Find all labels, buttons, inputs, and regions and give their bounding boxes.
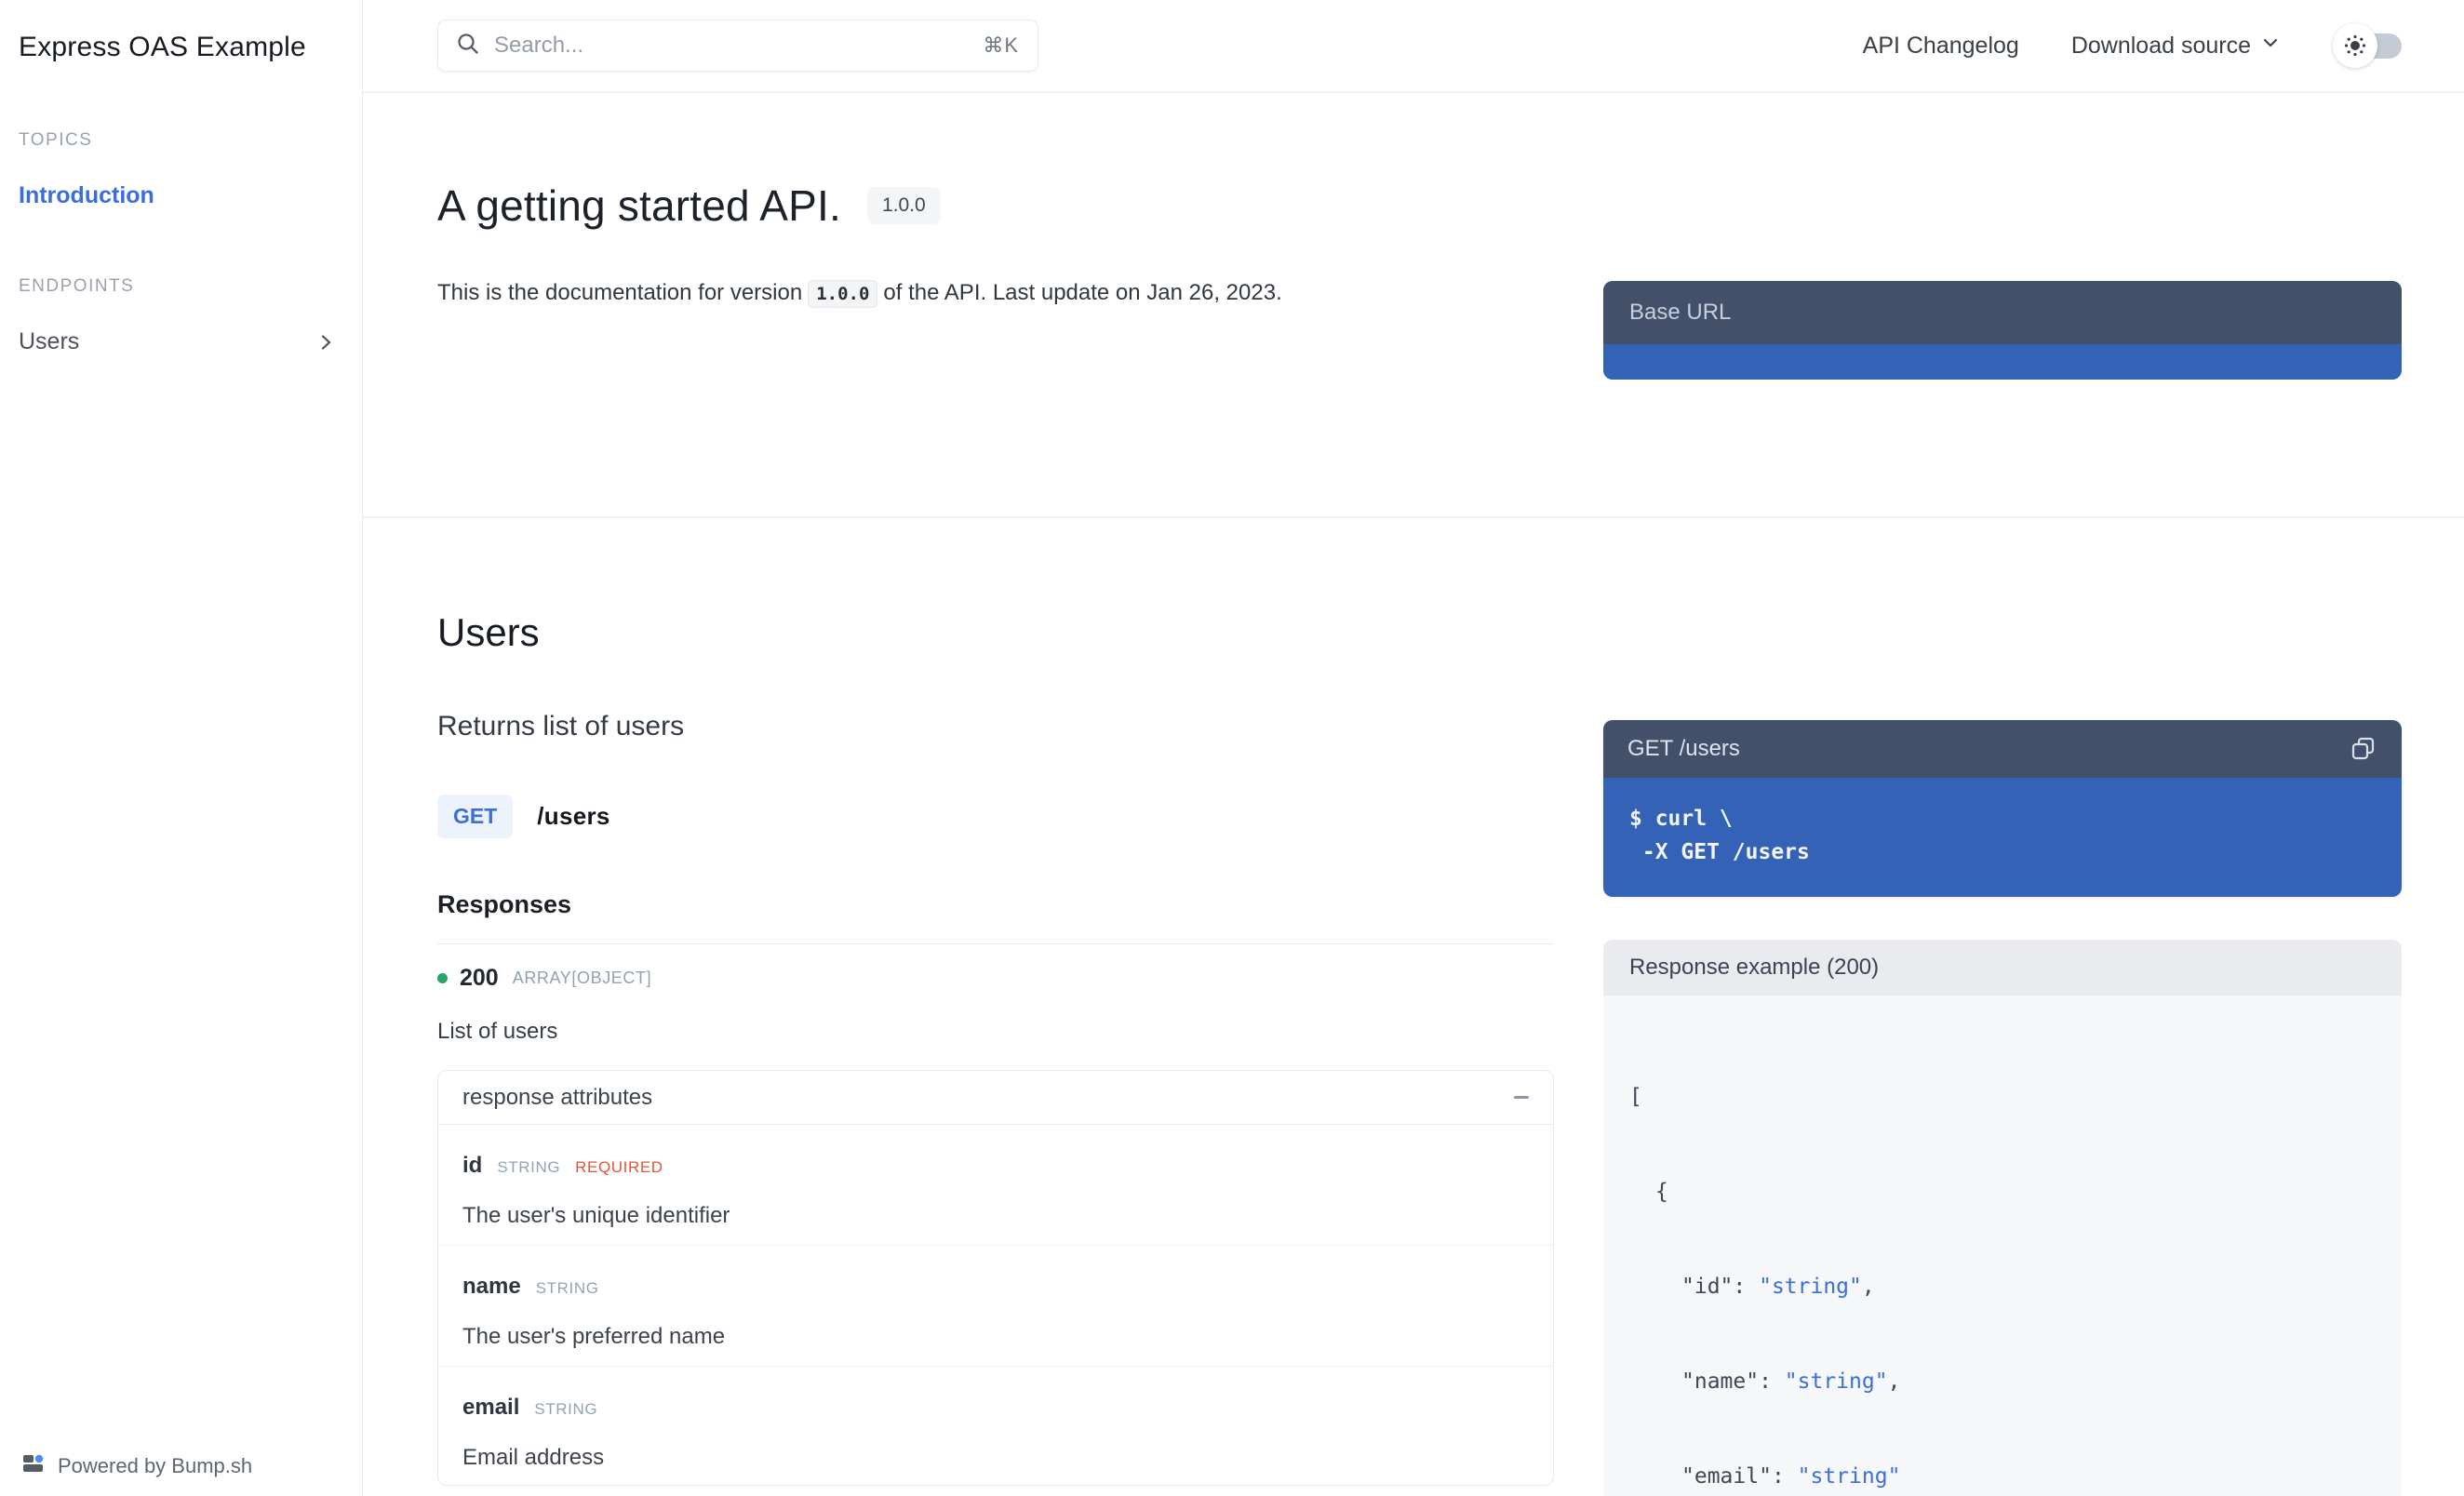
attribute-type: STRING <box>536 1279 599 1298</box>
copy-icon[interactable] <box>2350 735 2377 763</box>
response-attributes-header[interactable]: response attributes <box>438 1071 1553 1125</box>
page-title: A getting started API. <box>437 180 841 231</box>
response-example-title: Response example (200) <box>1629 955 1879 981</box>
download-source-label: Download source <box>2071 33 2251 60</box>
topbar: ⌘K API Changelog Download source <box>363 0 2464 93</box>
endpoint-row: GET /users <box>437 795 1554 838</box>
sidebar-item-users[interactable]: Users <box>19 328 343 355</box>
search-icon <box>455 31 481 61</box>
attribute-type: STRING <box>534 1400 597 1419</box>
json-code-block: [ { "id": "string", "name": "string", "e… <box>1603 995 2402 1496</box>
json-line: "id": "string", <box>1629 1271 2376 1302</box>
status-description: List of users <box>437 1019 1554 1045</box>
sidebar: Express OAS Example TOPICS Introduction … <box>0 0 363 1496</box>
attribute-description: The user's preferred name <box>462 1324 1529 1350</box>
search-box[interactable]: ⌘K <box>437 20 1038 72</box>
curl-code-block: $ curl \ -X GET /users <box>1603 778 2402 897</box>
base-url-label: Base URL <box>1629 300 1731 326</box>
status-code: 200 <box>460 965 499 992</box>
light-mode-sun-icon <box>2333 23 2377 68</box>
attribute-name: id <box>462 1153 482 1179</box>
search-input[interactable] <box>494 33 970 59</box>
base-url-panel: Base URL <box>1603 281 2402 380</box>
response-example-header: Response example (200) <box>1603 940 2402 995</box>
json-line: { <box>1629 1176 2376 1208</box>
responses-heading: Responses <box>437 890 1554 919</box>
curl-line: -X GET /users <box>1629 835 2376 869</box>
attribute-row-id: id STRING REQUIRED The user's unique ide… <box>438 1125 1553 1246</box>
app-title: Express OAS Example <box>19 32 343 63</box>
attribute-row-name: name STRING The user's preferred name <box>438 1246 1553 1367</box>
chevron-right-icon <box>315 332 336 353</box>
json-line: "email": "string" <box>1629 1461 2376 1492</box>
attribute-name: email <box>462 1395 519 1421</box>
status-type: ARRAY[OBJECT] <box>513 968 652 988</box>
collapse-icon[interactable] <box>1514 1096 1529 1099</box>
chevron-down-icon <box>2260 33 2281 60</box>
json-line: "name": "string", <box>1629 1366 2376 1397</box>
doc-description-text: This is the documentation for version <box>437 280 802 305</box>
response-example-panel: Response example (200) [ { "id": "string… <box>1603 940 2402 1496</box>
success-status-dot <box>437 973 448 983</box>
attribute-name: name <box>462 1274 521 1300</box>
theme-toggle[interactable] <box>2333 23 2402 68</box>
sidebar-section-topics: TOPICS <box>19 130 343 151</box>
request-example-panel: GET /users $ curl \ -X GET /users <box>1603 720 2402 897</box>
divider <box>437 943 1554 944</box>
request-example-title: GET /users <box>1627 736 1740 762</box>
api-changelog-label: API Changelog <box>1863 33 2019 60</box>
operation-title: Returns list of users <box>437 711 1554 742</box>
sidebar-item-label: Users <box>19 328 79 355</box>
attribute-row-email: email STRING Email address <box>438 1367 1553 1485</box>
sidebar-section-endpoints: ENDPOINTS <box>19 276 343 297</box>
request-example-header: GET /users <box>1603 720 2402 778</box>
base-url-header: Base URL <box>1603 281 2402 344</box>
doc-sections: A getting started API. 1.0.0 This is the… <box>363 93 2464 1496</box>
sidebar-item-label: Introduction <box>19 182 154 209</box>
endpoint-path: /users <box>537 802 609 831</box>
attribute-required-badge: REQUIRED <box>575 1158 663 1177</box>
base-url-value-area[interactable] <box>1603 344 2402 380</box>
json-line: [ <box>1629 1081 2376 1113</box>
doc-description-text: of the API. Last update on Jan 26, 2023. <box>883 280 1281 305</box>
response-attributes-panel: response attributes id STRING REQUIRED T… <box>437 1070 1554 1486</box>
powered-by[interactable]: Powered by Bump.sh <box>22 1451 252 1481</box>
intro-section: A getting started API. 1.0.0 This is the… <box>363 93 2464 518</box>
curl-line: $ curl \ <box>1629 802 2376 835</box>
doc-description: This is the documentation for version1.0… <box>437 277 1554 310</box>
main-content: ⌘K API Changelog Download source <box>363 0 2464 1496</box>
response-attributes-label: response attributes <box>462 1085 652 1111</box>
group-heading-users: Users <box>437 610 1554 655</box>
search-shortcut: ⌘K <box>983 33 1019 58</box>
attribute-description: The user's unique identifier <box>462 1203 1529 1229</box>
users-section: Users Returns list of users GET /users R… <box>363 518 2464 1496</box>
version-badge: 1.0.0 <box>867 187 941 224</box>
api-changelog-link[interactable]: API Changelog <box>1863 33 2019 60</box>
topbar-actions: API Changelog Download source <box>1863 23 2402 68</box>
powered-by-label: Powered by Bump.sh <box>58 1454 252 1478</box>
download-source-button[interactable]: Download source <box>2071 33 2281 60</box>
http-method-badge: GET <box>437 795 513 838</box>
version-inline-code: 1.0.0 <box>808 280 877 308</box>
api-docs-page: Express OAS Example TOPICS Introduction … <box>0 0 2464 1496</box>
response-status-row: 200 ARRAY[OBJECT] <box>437 965 1554 992</box>
bump-logo-icon <box>22 1451 47 1481</box>
attribute-description: Email address <box>462 1445 1529 1471</box>
attribute-type: STRING <box>497 1158 560 1177</box>
sidebar-item-introduction[interactable]: Introduction <box>19 182 343 209</box>
